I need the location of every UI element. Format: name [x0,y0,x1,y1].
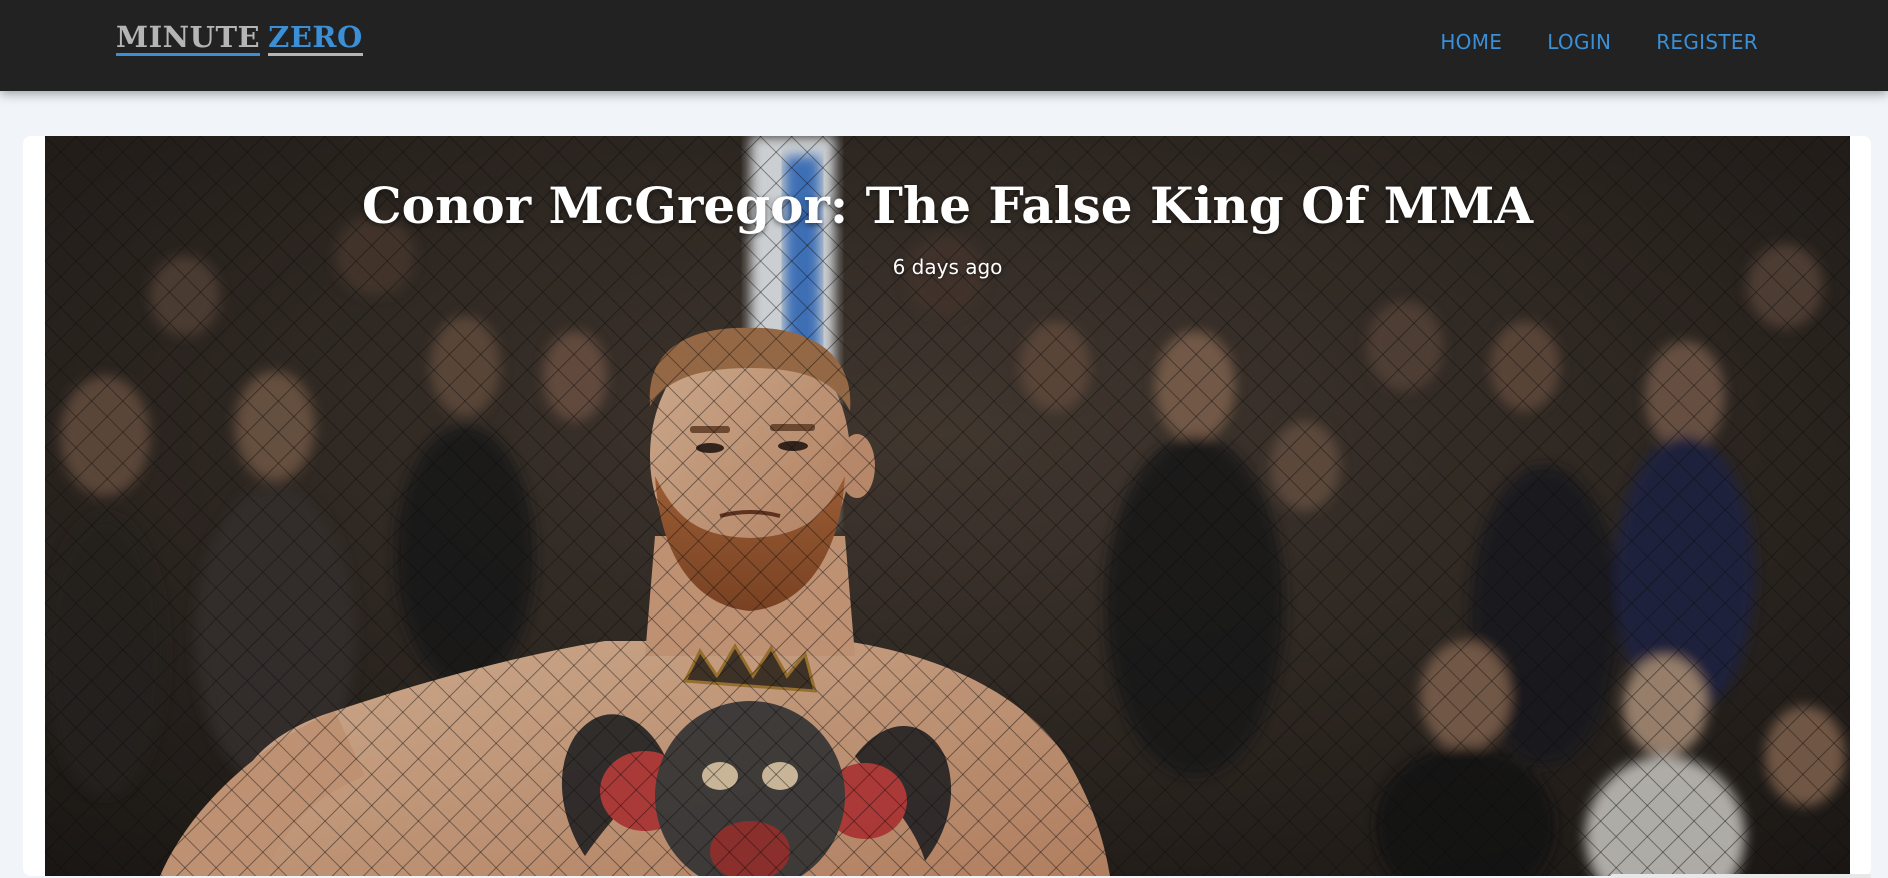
brand-logo-word-1: MINUTE [116,20,261,56]
brand-logo-word-2: ZERO [268,20,363,56]
article-hero[interactable]: Conor McGregor: The False King Of MMA 6 … [45,136,1850,876]
nav-login-link[interactable]: LOGIN [1547,30,1611,54]
scroll-indicator [1611,874,1871,878]
nav-register-link[interactable]: REGISTER [1656,30,1758,54]
brand-logo[interactable]: MINUTE ZERO [116,23,363,56]
hero-image [45,136,1850,876]
nav-home-link[interactable]: HOME [1440,30,1502,54]
article-card: Conor McGregor: The False King Of MMA 6 … [23,136,1871,878]
top-navbar: MINUTE ZERO HOME LOGIN REGISTER [0,0,1888,91]
main-nav: HOME LOGIN REGISTER [1440,30,1758,54]
article-title[interactable]: Conor McGregor: The False King Of MMA [45,176,1850,235]
article-date: 6 days ago [892,255,1003,279]
